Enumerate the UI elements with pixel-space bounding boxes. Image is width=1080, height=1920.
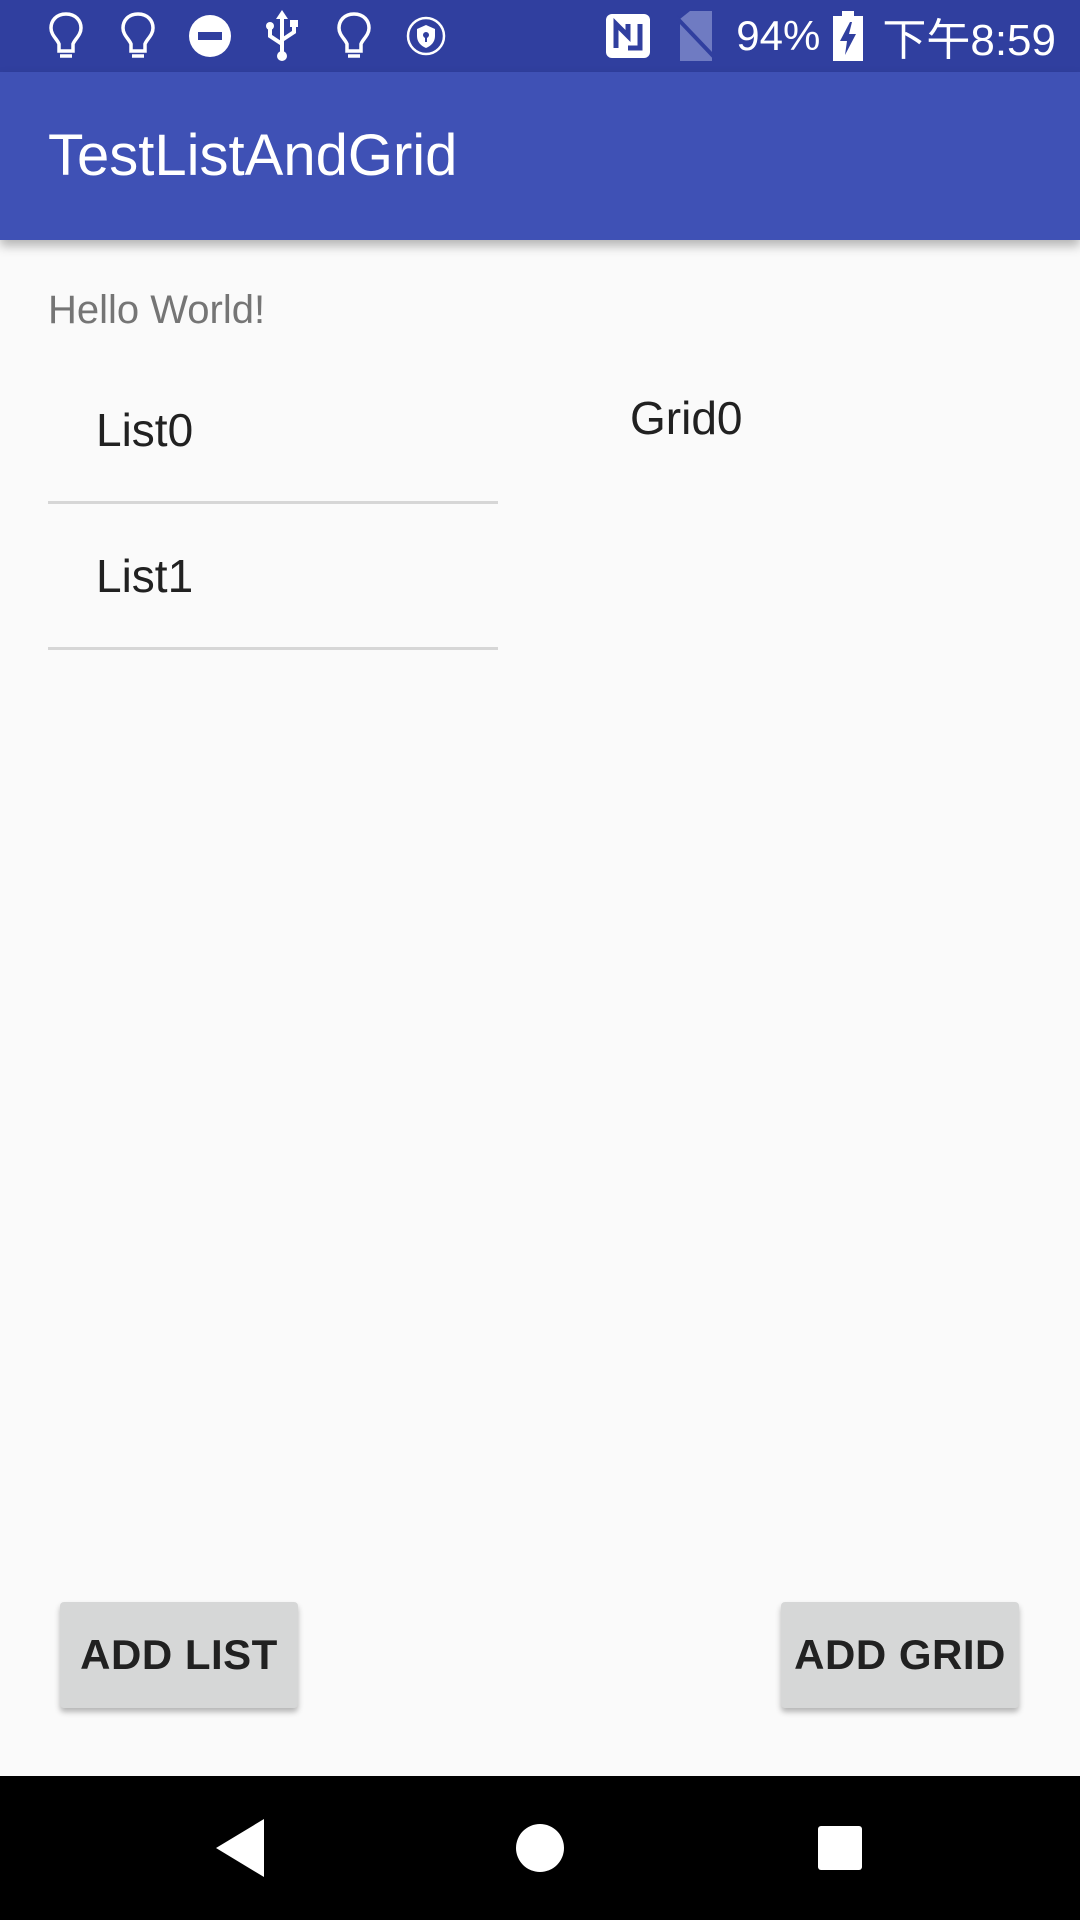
- bulb-icon: [30, 0, 102, 72]
- vpn-shield-icon: [390, 0, 462, 72]
- no-sim-icon: [662, 0, 730, 72]
- recents-button[interactable]: [768, 1776, 912, 1920]
- notification-icons: [30, 0, 462, 72]
- battery-percent: 94%: [736, 12, 821, 59]
- bulb-icon: [318, 0, 390, 72]
- back-icon: [216, 1819, 264, 1877]
- back-button[interactable]: [168, 1776, 312, 1920]
- battery-charging-icon: [826, 0, 870, 72]
- hello-text: Hello World!: [48, 288, 266, 332]
- add-list-button[interactable]: ADD LIST: [60, 1602, 298, 1708]
- status-bar: 94% 下午8:59: [0, 0, 1080, 72]
- nfc-icon: [594, 0, 662, 72]
- usb-icon: [246, 0, 318, 72]
- list-item[interactable]: List1: [48, 504, 498, 650]
- navigation-bar: [0, 1776, 1080, 1920]
- system-status: 94% 下午8:59: [594, 0, 1056, 72]
- list-item[interactable]: List0: [48, 358, 498, 504]
- list-view[interactable]: List0 List1: [48, 358, 498, 650]
- app-title: TestListAndGrid: [48, 123, 458, 188]
- add-grid-button[interactable]: ADD GRID: [781, 1602, 1019, 1708]
- do-not-disturb-icon: [174, 0, 246, 72]
- recents-icon: [818, 1826, 862, 1870]
- bulb-icon: [102, 0, 174, 72]
- grid-item[interactable]: Grid0: [582, 358, 1032, 478]
- status-time: 下午8:59: [882, 16, 1056, 65]
- grid-view[interactable]: Grid0: [582, 358, 1032, 478]
- home-button[interactable]: [468, 1776, 612, 1920]
- app-bar: TestListAndGrid: [0, 72, 1080, 240]
- home-icon: [516, 1824, 564, 1872]
